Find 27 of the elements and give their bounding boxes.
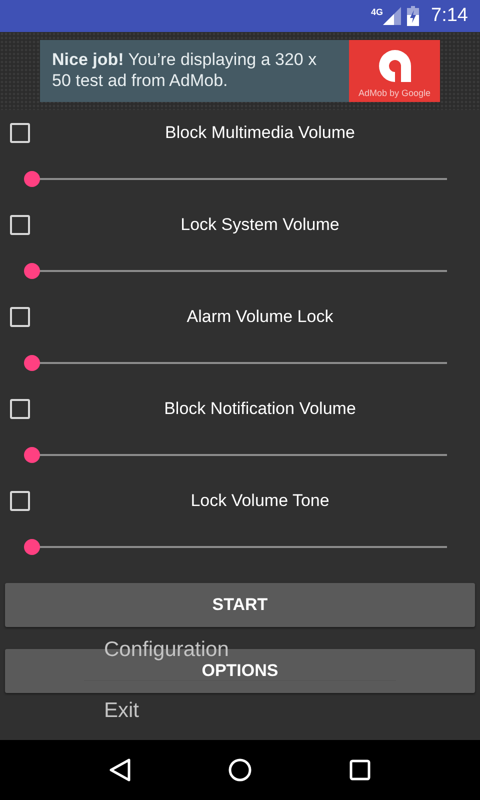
- checkbox[interactable]: [10, 215, 30, 235]
- checkbox[interactable]: [10, 123, 30, 143]
- setting-label: Block Multimedia Volume: [164, 123, 356, 143]
- checkbox[interactable]: [10, 307, 30, 327]
- logo-icon: [376, 48, 412, 84]
- checkbox[interactable]: [10, 491, 30, 511]
- slider-thumb[interactable]: [24, 539, 40, 555]
- menu-item[interactable]: Exit: [104, 699, 140, 723]
- checkbox[interactable]: [10, 399, 30, 419]
- action-button[interactable]: START: [5, 583, 475, 627]
- home-icon[interactable]: [228, 758, 252, 782]
- setting-label: Alarm Volume Lock: [186, 307, 334, 327]
- ad-text[interactable]: Nice job! You’re displaying a 320 x 50 test ad from AdMob.: [40, 40, 349, 102]
- slider-thumb[interactable]: [24, 263, 40, 279]
- slider-thumb[interactable]: [24, 355, 40, 371]
- slider-thumb[interactable]: [24, 447, 40, 463]
- back-icon[interactable]: [108, 758, 131, 782]
- recents-icon[interactable]: [349, 759, 372, 781]
- setting-label: Block Notification Volume: [163, 399, 357, 419]
- ad-badge-text: AdMob by Google: [358, 88, 431, 98]
- setting-label: Lock Volume Tone: [190, 491, 330, 511]
- battery-charging-icon: [407, 6, 420, 26]
- setting-label: Lock System Volume: [180, 215, 340, 235]
- network-type: 4G: [371, 7, 384, 17]
- slider-thumb[interactable]: [24, 171, 40, 187]
- clock: 7:14: [431, 5, 468, 27]
- signal-icon: [383, 7, 402, 25]
